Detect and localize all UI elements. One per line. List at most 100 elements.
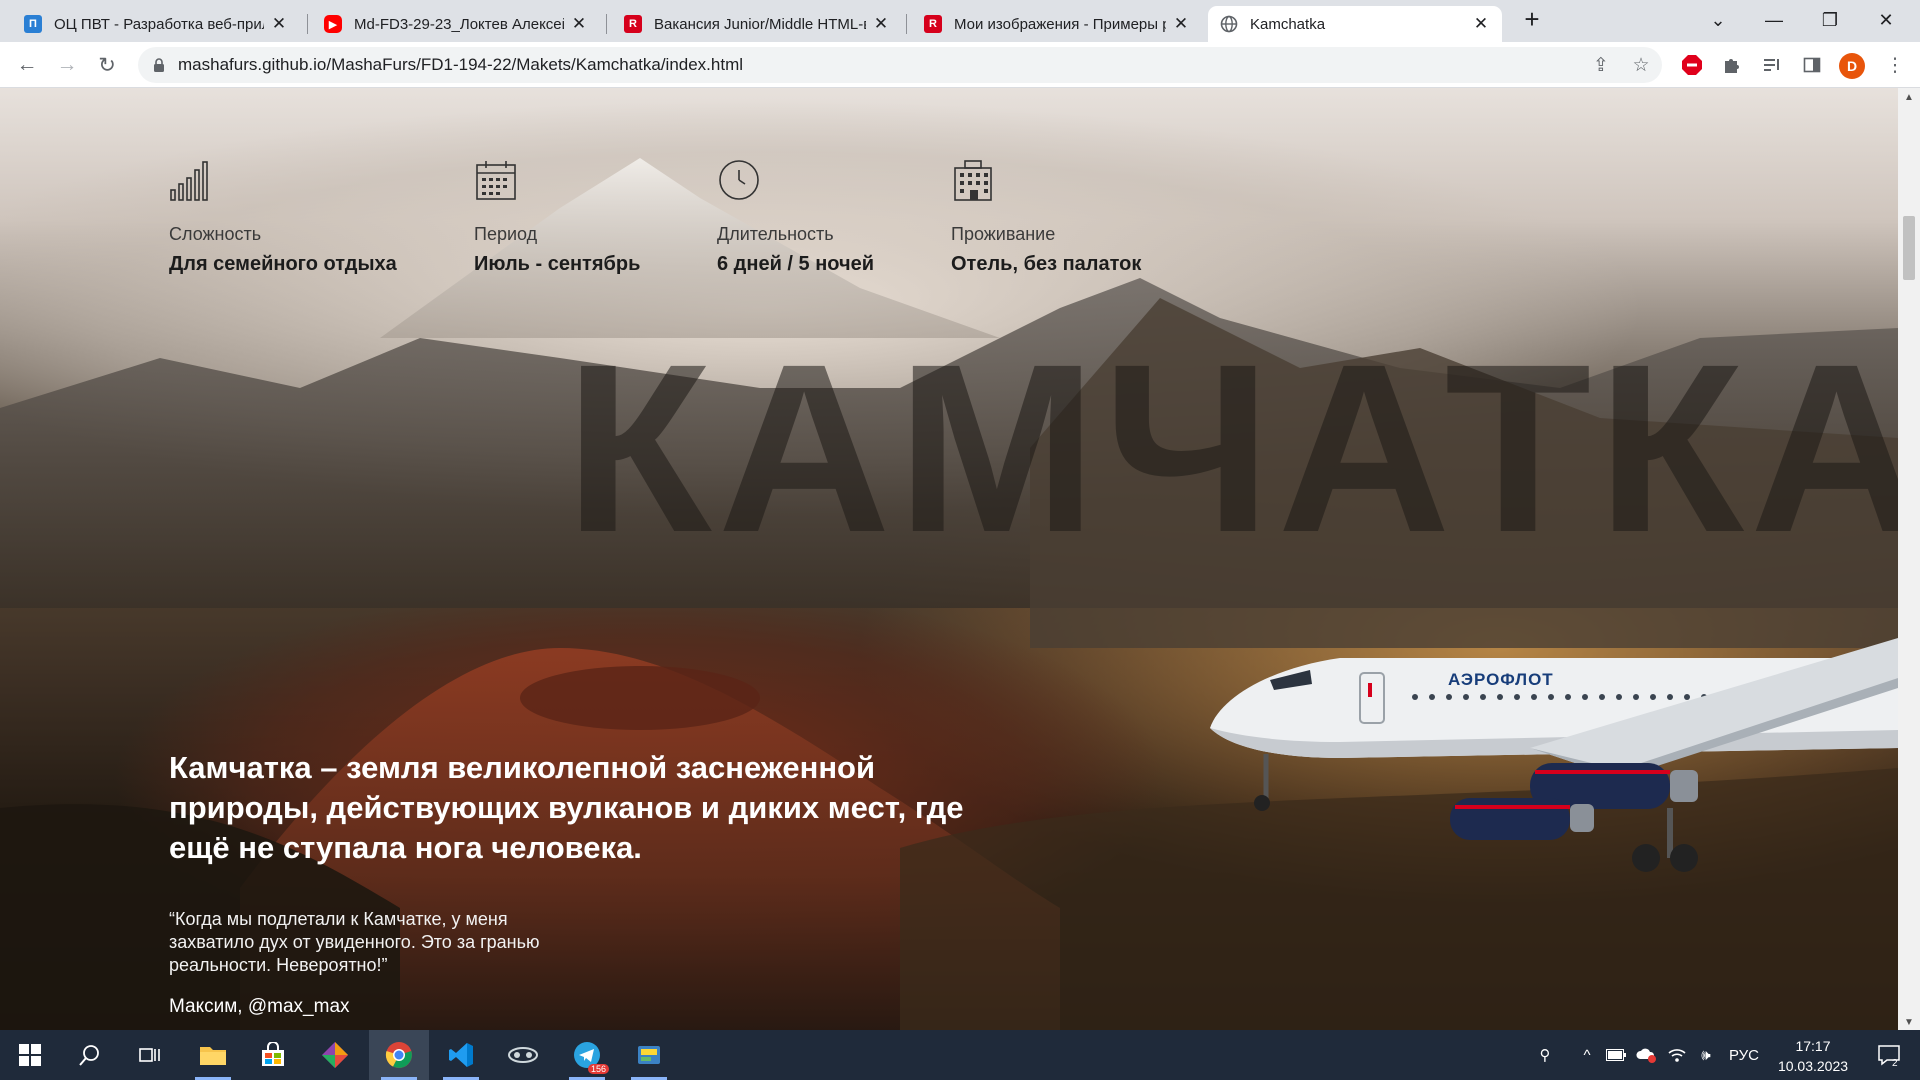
- windows-logo-icon: [19, 1044, 41, 1066]
- share-icon[interactable]: ⇪: [1586, 50, 1616, 80]
- telegram-app[interactable]: 156: [557, 1030, 617, 1080]
- watermark-heading: КАМЧАТКА: [565, 314, 1898, 582]
- feature-period: Период Июль - сентябрь: [474, 158, 640, 276]
- extensions-puzzle-icon[interactable]: [1720, 53, 1744, 77]
- system-clock[interactable]: 17:17 10.03.2023: [1768, 1036, 1858, 1076]
- notification-center-icon[interactable]: 2: [1864, 1030, 1914, 1080]
- hero-headline: Камчатка – земля великолепной заснеженно…: [169, 750, 964, 865]
- start-button[interactable]: [0, 1030, 60, 1080]
- diamond-app-icon: [322, 1042, 348, 1068]
- feature-duration: Длительность 6 дней / 5 ночей: [717, 158, 874, 276]
- eye-mask-icon: [508, 1047, 538, 1063]
- kebab-menu-icon[interactable]: ⋮: [1880, 50, 1910, 80]
- airplane-image: АЭРОФЛОТ: [1210, 638, 1898, 872]
- tab-title: ОЦ ПВТ - Разработка веб-прилож: [54, 15, 264, 33]
- chrome-app[interactable]: [369, 1030, 429, 1080]
- task-view-button[interactable]: [120, 1030, 180, 1080]
- signal-bars-icon: [169, 158, 213, 202]
- feature-label: Проживание: [951, 224, 1056, 244]
- adblock-extension-icon[interactable]: [1680, 53, 1704, 77]
- rabota-logo-icon: R: [924, 15, 942, 33]
- feature-value: Отель, без палаток: [951, 253, 1142, 275]
- onedrive-error-icon[interactable]: [1633, 1030, 1659, 1080]
- show-hidden-icons-chevron-icon[interactable]: ^: [1574, 1030, 1600, 1080]
- file-explorer-app[interactable]: [183, 1030, 243, 1080]
- folder-icon: [200, 1047, 226, 1065]
- tab-strip: П ОЦ ПВТ - Разработка веб-прилож ✕ ▶ Md-…: [0, 0, 1920, 42]
- close-tab-icon[interactable]: ✕: [570, 14, 588, 34]
- scrollbar-thumb[interactable]: [1903, 216, 1915, 280]
- profile-avatar[interactable]: D: [1839, 53, 1865, 79]
- close-window-button[interactable]: ✕: [1858, 0, 1914, 40]
- tab-vacancy[interactable]: R Вакансия Junior/Middle HTML-в ✕: [612, 6, 902, 42]
- back-button[interactable]: ←: [12, 50, 42, 80]
- tab-search-icon[interactable]: ⌄: [1690, 0, 1746, 40]
- store-bag-icon: [262, 1042, 284, 1066]
- feature-label: Сложность: [169, 224, 262, 244]
- git-app[interactable]: [305, 1030, 365, 1080]
- rabota-logo-icon: R: [624, 15, 642, 33]
- tab-title: Md-FD3-29-23_Локтев Алексей: [354, 15, 564, 33]
- people-icon[interactable]: ⚲: [1530, 1030, 1560, 1080]
- forward-button[interactable]: →: [52, 50, 82, 80]
- feature-label: Длительность: [717, 224, 834, 244]
- tab-title: Kamchatka: [1250, 15, 1326, 33]
- globe-icon: [1220, 15, 1238, 33]
- notification-count: 2: [1892, 1058, 1898, 1069]
- sketch-app[interactable]: [619, 1030, 679, 1080]
- feature-value: 6 дней / 5 ночей: [717, 253, 875, 275]
- windows-taskbar: 156 ⚲ ^ 🕪 РУС 17:17 10.03.2023 2: [0, 1030, 1920, 1080]
- browser-toolbar: ← → ↻ mashafurs.github.io/MashaFurs/FD1-…: [0, 42, 1920, 88]
- feature-label: Период: [474, 224, 538, 244]
- page-scrollbar[interactable]: ▲ ▼: [1898, 88, 1920, 1030]
- side-panel-icon[interactable]: [1800, 53, 1824, 77]
- new-tab-button[interactable]: +: [1518, 6, 1546, 34]
- feature-difficulty: Сложность Для семейного отдыха: [169, 158, 397, 276]
- media-controls-icon[interactable]: [1760, 53, 1784, 77]
- restore-button[interactable]: ❐: [1802, 0, 1858, 40]
- clock-time: 17:17: [1795, 1038, 1831, 1054]
- building-icon: [951, 158, 995, 202]
- url-text: mashafurs.github.io/MashaFurs/FD1-194-22…: [178, 55, 744, 74]
- dragon-app[interactable]: [493, 1030, 553, 1080]
- ms-store-app[interactable]: [243, 1030, 303, 1080]
- testimonial-quote: “Когда мы подлетали к Камчатке, у меня з…: [169, 909, 540, 975]
- tab-separator: [906, 14, 907, 34]
- close-tab-icon[interactable]: ✕: [1172, 14, 1190, 34]
- reload-button[interactable]: ↻: [92, 50, 122, 80]
- address-bar[interactable]: mashafurs.github.io/MashaFurs/FD1-194-22…: [138, 47, 1662, 83]
- close-tab-icon[interactable]: ✕: [872, 14, 890, 34]
- close-tab-icon[interactable]: ✕: [1472, 14, 1490, 34]
- youtube-logo-icon: ▶: [324, 15, 342, 33]
- pvt-logo-icon: П: [24, 15, 42, 33]
- tab-youtube[interactable]: ▶ Md-FD3-29-23_Локтев Алексей ✕: [312, 6, 600, 42]
- scroll-up-arrow-icon[interactable]: ▲: [1904, 92, 1914, 103]
- tab-title: Вакансия Junior/Middle HTML-в: [654, 15, 866, 33]
- language-indicator[interactable]: РУС: [1722, 1030, 1766, 1080]
- vscode-icon: [449, 1043, 473, 1067]
- scroll-down-arrow-icon[interactable]: ▼: [1904, 1017, 1914, 1028]
- page-content: КАМЧАТКА АЭРОФЛОТ Сложность Для семейног…: [0, 88, 1898, 1030]
- board-app-icon: [638, 1046, 660, 1064]
- close-tab-icon[interactable]: ✕: [270, 14, 288, 34]
- wifi-icon[interactable]: [1664, 1030, 1690, 1080]
- minimize-button[interactable]: —: [1746, 0, 1802, 40]
- search-icon: [79, 1045, 99, 1066]
- vscode-app[interactable]: [431, 1030, 491, 1080]
- tab-kamchatka[interactable]: Kamchatka ✕: [1208, 6, 1502, 42]
- tab-pvt[interactable]: П ОЦ ПВТ - Разработка веб-прилож ✕: [12, 6, 300, 42]
- clock-date: 10.03.2023: [1777, 1058, 1849, 1074]
- unread-count-badge: 156: [587, 1064, 609, 1074]
- airline-name: АЭРОФЛОТ: [1448, 670, 1554, 689]
- feature-value: Июль - сентябрь: [474, 253, 641, 275]
- bookmark-star-icon[interactable]: ☆: [1626, 50, 1656, 80]
- tab-separator: [606, 14, 607, 34]
- battery-icon[interactable]: [1603, 1030, 1629, 1080]
- clock-icon: [717, 158, 761, 202]
- tab-separator: [307, 14, 308, 34]
- lock-icon: [152, 58, 166, 72]
- tab-images[interactable]: R Мои изображения - Примеры р ✕: [912, 6, 1202, 42]
- volume-icon[interactable]: 🕪: [1693, 1030, 1719, 1080]
- search-button[interactable]: [60, 1030, 120, 1080]
- calendar-icon: [474, 158, 518, 202]
